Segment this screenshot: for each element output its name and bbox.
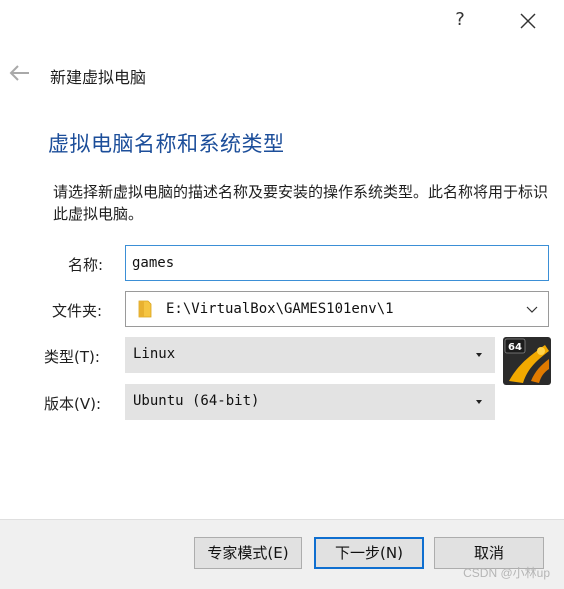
version-select[interactable]: Ubuntu (64-bit) <box>125 384 495 420</box>
type-label: 类型(T): <box>44 348 100 366</box>
name-label: 名称: <box>68 256 104 274</box>
close-icon <box>520 13 536 29</box>
name-input[interactable] <box>125 245 549 281</box>
folder-icon <box>138 300 152 318</box>
next-button[interactable]: 下一步(N) <box>314 537 424 569</box>
page-description: 请选择新虚拟电脑的描述名称及要安装的操作系统类型。此名称将用于标识此虚拟电脑。 <box>53 183 549 223</box>
version-select-value: Ubuntu (64-bit) <box>133 393 260 409</box>
version-label: 版本(V): <box>44 395 102 413</box>
back-arrow-icon <box>9 65 29 81</box>
back-button[interactable] <box>6 62 34 84</box>
dropdown-arrow-icon <box>476 400 482 404</box>
type-select-value: Linux <box>133 346 176 362</box>
watermark: CSDN @小林up <box>463 566 550 580</box>
os-type-icon: 64 <box>503 337 551 385</box>
page-heading: 虚拟电脑名称和系统类型 <box>48 132 285 156</box>
os-badge-64-text: 64 <box>508 342 522 353</box>
help-button[interactable]: ? <box>448 8 472 32</box>
expert-mode-button[interactable]: 专家模式(E) <box>194 537 302 569</box>
help-icon: ? <box>455 9 465 30</box>
wizard-title: 新建虚拟电脑 <box>50 68 147 87</box>
folder-combobox[interactable]: E:\VirtualBox\GAMES101env\1 <box>125 291 549 327</box>
chevron-down-icon[interactable] <box>526 303 538 315</box>
folder-label: 文件夹: <box>52 302 103 320</box>
new-vm-wizard-dialog: ? 新建虚拟电脑 虚拟电脑名称和系统类型 请选择新虚拟电脑的描述名称及要安装的操… <box>0 0 564 589</box>
type-select[interactable]: Linux <box>125 337 495 373</box>
folder-path-value: E:\VirtualBox\GAMES101env\1 <box>166 301 394 317</box>
dropdown-arrow-icon <box>476 353 482 357</box>
close-button[interactable] <box>515 8 541 34</box>
